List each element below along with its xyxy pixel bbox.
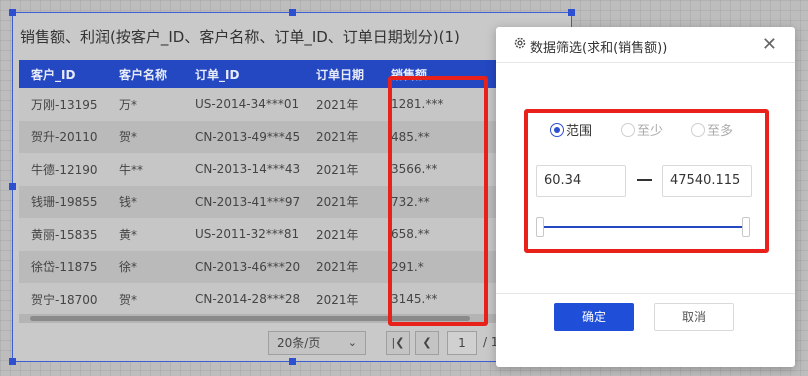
max-value-input[interactable]: 47540.115 <box>662 165 752 197</box>
cancel-button[interactable]: 取消 <box>654 303 734 331</box>
cell-customer-name: 贺* <box>107 120 183 153</box>
radio-range[interactable]: 范围 <box>550 123 592 139</box>
cell-order-date: 2021年 <box>304 185 379 218</box>
cell-customer-id: 贺升-20110 <box>19 120 107 153</box>
resize-handle-tl[interactable] <box>9 9 16 16</box>
range-slider-min-handle[interactable] <box>536 217 544 237</box>
data-table: 客户_ID 客户名称 订单_ID 订单日期 销售额 万刚-13195 万* US… <box>19 60 551 316</box>
cell-customer-id: 牛德-12190 <box>19 153 107 186</box>
close-icon[interactable]: ✕ <box>762 34 777 55</box>
cell-order-id: CN-2013-14***43 <box>183 153 304 186</box>
cell-customer-id: 徐岱-11875 <box>19 250 107 283</box>
radio-dot-icon <box>621 123 635 137</box>
cell-order-date: 2021年 <box>304 88 379 121</box>
page-size-select[interactable]: 20条/页 ⌄ <box>268 331 366 355</box>
cell-order-id: CN-2014-28***28 <box>183 283 304 316</box>
resize-handle-bl[interactable] <box>9 358 16 365</box>
page-number-input[interactable]: 1 <box>447 331 477 355</box>
radio-dot-icon <box>691 123 705 137</box>
column-header-order-date[interactable]: 订单日期 <box>304 60 379 88</box>
range-slider-track[interactable] <box>543 226 746 228</box>
cell-order-id: CN-2013-49***45 <box>183 120 304 153</box>
radio-dot-icon <box>550 123 564 137</box>
min-value-input[interactable]: 60.34 <box>536 165 626 197</box>
cell-order-date: 2021年 <box>304 250 379 283</box>
dialog-footer-divider <box>496 293 795 294</box>
dialog-title: 数据筛选(求和(销售额)) <box>530 41 668 56</box>
cell-customer-name: 钱* <box>107 185 183 218</box>
resize-handle-left[interactable] <box>9 183 16 190</box>
cell-customer-id: 钱珊-19855 <box>19 185 107 218</box>
resize-handle-bottom[interactable] <box>289 358 296 365</box>
radio-at-most-label: 至多 <box>707 124 734 139</box>
radio-at-least[interactable]: 至少 <box>621 123 663 139</box>
table-row[interactable]: 牛德-12190 牛** CN-2013-14***43 2021年 3566.… <box>19 153 551 186</box>
cell-order-date: 2021年 <box>304 120 379 153</box>
confirm-button[interactable]: 确定 <box>554 303 634 331</box>
range-separator <box>637 179 652 181</box>
cell-customer-name: 万* <box>107 88 183 121</box>
range-slider-max-handle[interactable] <box>742 217 750 237</box>
data-filter-dialog: 数据筛选(求和(销售额)) ✕ 范围 至少 至多 60.34 47540.115… <box>496 27 795 367</box>
cell-order-id: CN-2013-46***20 <box>183 250 304 283</box>
cell-customer-id: 万刚-13195 <box>19 88 107 121</box>
cell-customer-name: 徐* <box>107 250 183 283</box>
resize-handle-tr[interactable] <box>568 9 575 16</box>
cell-customer-id: 黄丽-15835 <box>19 218 107 251</box>
radio-at-least-label: 至少 <box>637 124 664 139</box>
cell-customer-name: 贺* <box>107 283 183 316</box>
gear-icon <box>514 37 526 49</box>
radio-range-label: 范围 <box>566 124 593 139</box>
cell-order-date: 2021年 <box>304 218 379 251</box>
table-row[interactable]: 万刚-13195 万* US-2014-34***01 2021年 1281.*… <box>19 88 551 121</box>
first-page-icon[interactable]: |❮ <box>386 331 410 355</box>
prev-page-icon[interactable]: ❮ <box>415 331 439 355</box>
column-header-customer-id[interactable]: 客户_ID <box>19 60 107 88</box>
table-row[interactable]: 徐岱-11875 徐* CN-2013-46***20 2021年 291.* <box>19 250 551 283</box>
cell-customer-id: 贺宁-18700 <box>19 283 107 316</box>
cell-order-id: US-2014-34***01 <box>183 88 304 121</box>
dialog-header: 数据筛选(求和(销售额)) ✕ <box>496 27 795 63</box>
column-header-customer-name[interactable]: 客户名称 <box>107 60 183 88</box>
cell-order-date: 2021年 <box>304 153 379 186</box>
cell-customer-name: 牛** <box>107 153 183 186</box>
table-row[interactable]: 黄丽-15835 黄* US-2011-32***81 2021年 658.** <box>19 218 551 251</box>
widget-title: 销售额、利润(按客户_ID、客户名称、订单_ID、订单日期划分)(1) <box>20 28 460 46</box>
table-header-row: 客户_ID 客户名称 订单_ID 订单日期 销售额 <box>19 60 551 88</box>
cell-order-id: CN-2013-41***97 <box>183 185 304 218</box>
table-row[interactable]: 贺宁-18700 贺* CN-2014-28***28 2021年 3145.*… <box>19 283 551 316</box>
cell-order-id: US-2011-32***81 <box>183 218 304 251</box>
table-row[interactable]: 钱珊-19855 钱* CN-2013-41***97 2021年 732.** <box>19 185 551 218</box>
table-row[interactable]: 贺升-20110 贺* CN-2013-49***45 2021年 485.** <box>19 120 551 153</box>
page-size-value: 20条/页 <box>277 336 321 350</box>
cell-order-date: 2021年 <box>304 283 379 316</box>
chevron-down-icon: ⌄ <box>347 336 357 349</box>
column-header-order-id[interactable]: 订单_ID <box>183 60 304 88</box>
resize-handle-top[interactable] <box>289 9 296 16</box>
radio-at-most[interactable]: 至多 <box>691 123 733 139</box>
horizontal-scrollbar-thumb[interactable] <box>30 316 470 321</box>
cell-customer-name: 黄* <box>107 218 183 251</box>
